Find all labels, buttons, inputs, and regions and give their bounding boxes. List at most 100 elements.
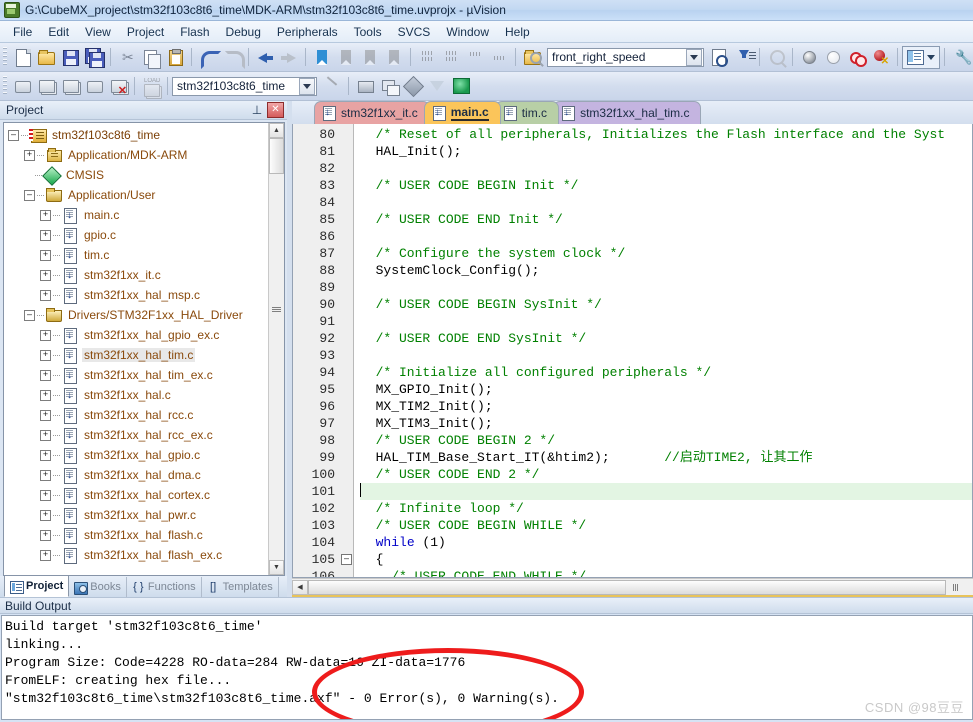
code-line[interactable]	[360, 313, 972, 330]
fold-cell[interactable]: –	[340, 551, 353, 568]
tree-item[interactable]: – Drivers/STM32F1xx_HAL_Driver	[4, 305, 269, 325]
fold-cell[interactable]	[340, 143, 353, 160]
expand-icon[interactable]: +	[40, 549, 51, 561]
editor-horizontal-scrollbar[interactable]: ◀	[292, 578, 973, 595]
panel-tab-templates[interactable]: [] Templates	[202, 577, 279, 597]
chevron-down-icon[interactable]	[686, 48, 702, 66]
scroll-left-button[interactable]: ◀	[292, 579, 308, 595]
fold-cell[interactable]	[340, 398, 353, 415]
expand-icon[interactable]: +	[40, 229, 51, 241]
comment-lines-button[interactable]	[463, 46, 487, 69]
project-tree[interactable]: – stm32f103c8t6_time + Application/MDK-ARM C…	[4, 123, 269, 575]
tree-item[interactable]: + tim.c	[4, 245, 269, 265]
disable-breakpoint-button[interactable]	[797, 46, 821, 69]
code-line[interactable]: /* USER CODE END Init */	[360, 211, 972, 228]
menu-edit[interactable]: Edit	[40, 23, 77, 41]
cut-button[interactable]: ✂	[115, 46, 139, 69]
panel-tab-project[interactable]: Project	[4, 575, 70, 597]
menu-debug[interactable]: Debug	[218, 23, 269, 41]
fold-cell[interactable]	[340, 262, 353, 279]
fold-cell[interactable]	[340, 568, 353, 577]
build-output-text[interactable]: Build target 'stm32f103c8t6_time' linking…	[1, 615, 973, 720]
expand-icon[interactable]: +	[40, 289, 51, 301]
tree-item[interactable]: + stm32f1xx_hal_tim_ex.c	[4, 365, 269, 385]
outdent-button[interactable]	[439, 46, 463, 69]
multi-project-button[interactable]	[377, 75, 401, 98]
code-line[interactable]: /* USER CODE END SysInit */	[360, 330, 972, 347]
code-line[interactable]: /* USER CODE BEGIN 2 */	[360, 432, 972, 449]
editor-tab-stm32f1xx_hal_tim-c[interactable]: stm32f1xx_hal_tim.c	[553, 101, 702, 124]
tree-item[interactable]: + stm32f1xx_hal_flash_ex.c	[4, 545, 269, 565]
expand-icon[interactable]: +	[40, 389, 51, 401]
code-line[interactable]: /* USER CODE BEGIN Init */	[360, 177, 972, 194]
code-line[interactable]	[360, 483, 972, 500]
menu-tools[interactable]: Tools	[346, 23, 390, 41]
collapse-icon[interactable]: –	[8, 129, 19, 141]
code-line[interactable]: HAL_TIM_Base_Start_IT(&htim2); //启动TIME2…	[360, 449, 972, 466]
navigate-back-button[interactable]	[253, 46, 277, 69]
redo-button[interactable]	[220, 46, 245, 69]
close-icon[interactable]: ✕	[267, 102, 284, 118]
fold-cell[interactable]	[340, 177, 353, 194]
manage-run-time-environment-button[interactable]	[449, 75, 473, 98]
code-line[interactable]: /* USER CODE BEGIN WHILE */	[360, 517, 972, 534]
manage-windows-button[interactable]	[902, 45, 940, 69]
navigate-forward-button[interactable]	[277, 46, 301, 69]
symbol-search-combo[interactable]: front_right_speed	[547, 47, 704, 67]
expand-icon[interactable]: +	[40, 529, 51, 541]
new-file-button[interactable]	[10, 46, 34, 69]
code-line[interactable]	[360, 160, 972, 177]
code-line[interactable]: MX_TIM2_Init();	[360, 398, 972, 415]
code-text[interactable]: /* Reset of all peripherals, Initializes…	[354, 124, 972, 577]
toggle-bookmark-button[interactable]	[310, 46, 334, 69]
code-line[interactable]: /* Reset of all peripherals, Initializes…	[360, 126, 972, 143]
code-line[interactable]: while (1)	[360, 534, 972, 551]
enable-breakpoint-button[interactable]	[821, 46, 845, 69]
expand-icon[interactable]: +	[40, 369, 51, 381]
fold-cell[interactable]	[340, 517, 353, 534]
pin-icon[interactable]: ⊥	[250, 103, 264, 117]
expand-icon[interactable]: +	[40, 269, 51, 281]
translate-button[interactable]	[10, 75, 34, 98]
tree-item[interactable]: + stm32f1xx_hal_msp.c	[4, 285, 269, 305]
scroll-track[interactable]	[308, 579, 973, 595]
expand-icon[interactable]: +	[40, 469, 51, 481]
options-for-target-button[interactable]	[320, 75, 344, 98]
fold-cell[interactable]	[340, 313, 353, 330]
tree-item[interactable]: + Application/MDK-ARM	[4, 145, 269, 165]
code-line[interactable]: MX_GPIO_Init();	[360, 381, 972, 398]
expand-icon[interactable]: +	[40, 429, 51, 441]
next-bookmark-button[interactable]	[358, 46, 382, 69]
fold-cell[interactable]	[340, 330, 353, 347]
code-line[interactable]: /* Initialize all configured peripherals…	[360, 364, 972, 381]
tree-item[interactable]: CMSIS	[4, 165, 269, 186]
menu-peripherals[interactable]: Peripherals	[269, 23, 346, 41]
scroll-grip[interactable]	[272, 307, 281, 312]
fold-cell[interactable]	[340, 483, 353, 500]
tree-item[interactable]: + stm32f1xx_hal_pwr.c	[4, 505, 269, 525]
collapse-icon[interactable]: –	[24, 189, 35, 201]
fold-cell[interactable]	[340, 415, 353, 432]
editor-tab-tim-c[interactable]: tim.c	[494, 101, 560, 124]
fold-cell[interactable]	[340, 500, 353, 517]
fold-cell[interactable]	[340, 347, 353, 364]
collapse-icon[interactable]: –	[24, 309, 35, 321]
prev-bookmark-button[interactable]	[334, 46, 358, 69]
code-line[interactable]: {	[360, 551, 972, 568]
download-button[interactable]: LOAD	[139, 75, 163, 98]
uncomment-lines-button[interactable]	[487, 46, 511, 69]
scroll-grip[interactable]	[953, 583, 959, 591]
project-tree-scrollbar[interactable]: ▲ ▼	[268, 123, 284, 575]
code-line[interactable]	[360, 228, 972, 245]
tree-item[interactable]: + main.c	[4, 205, 269, 225]
menu-project[interactable]: Project	[119, 23, 172, 41]
code-editor[interactable]: 80 81 82 83 84 85 86 87 88 89 90 91 92 93 94 95 96 97 98 99…	[292, 124, 973, 578]
code-line[interactable]	[360, 279, 972, 296]
expand-icon[interactable]: +	[24, 149, 35, 161]
panel-tab-functions[interactable]: { } Functions	[127, 577, 202, 597]
kill-all-breakpoints-button[interactable]	[869, 46, 893, 69]
collapse-icon[interactable]: –	[341, 554, 352, 565]
build-button[interactable]	[34, 75, 58, 98]
scroll-track[interactable]	[269, 138, 284, 560]
tree-item[interactable]: + stm32f1xx_hal_rcc.c	[4, 405, 269, 425]
